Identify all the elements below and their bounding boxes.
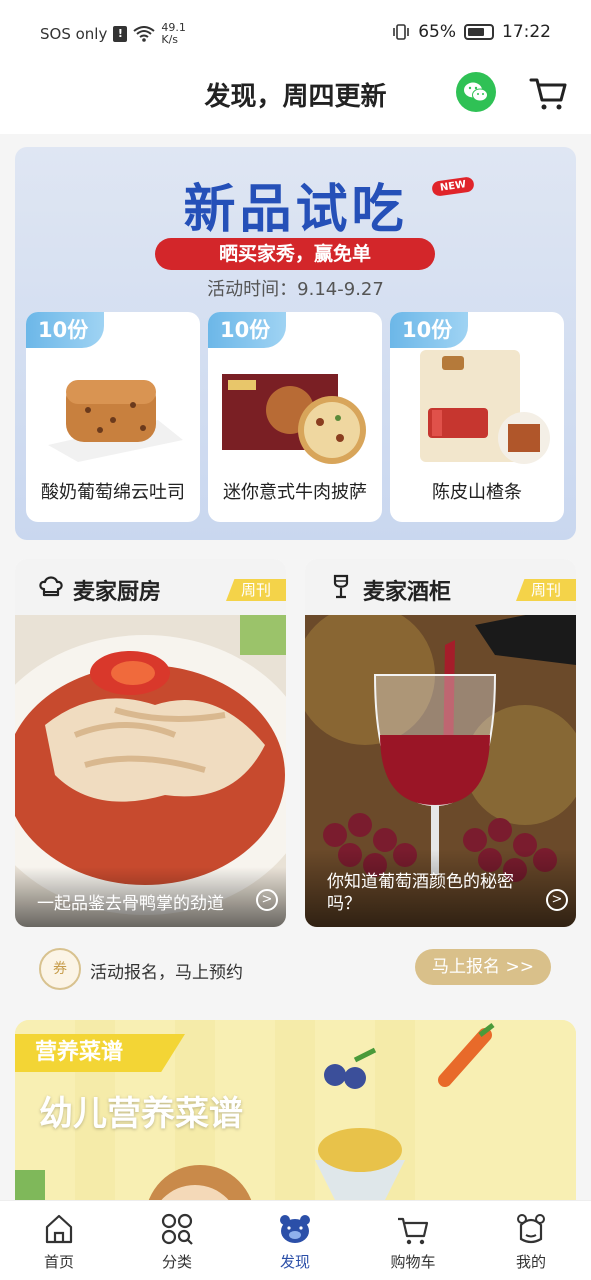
wechat-share-button[interactable]	[456, 72, 496, 112]
recipe-title: 幼儿营养菜谱	[39, 1094, 243, 1134]
activity-signup-row: 券 活动报名，马上预约 马上报名 >>	[0, 940, 591, 1004]
chef-hat-icon	[39, 576, 63, 597]
card-caption-text: 一起品鉴去骨鸭掌的劲道	[37, 894, 224, 914]
card-caption-text: 你知道葡萄酒颜色的秘密吗？	[327, 872, 514, 914]
pizza-image	[222, 374, 366, 464]
weekly-badge: 周刊	[516, 579, 576, 601]
nav-profile[interactable]: 我的	[472, 1211, 590, 1280]
wine-glass-icon	[333, 574, 349, 599]
new-product-trial-banner[interactable]: 新品试吃 NEW 晒买家秀，赢免单 活动时间：9.14-9.27 10份 酸奶葡…	[15, 147, 576, 540]
status-right: 65% 17:22	[392, 22, 551, 42]
category-icon	[161, 1213, 193, 1245]
hawthorn-strip-image	[420, 350, 550, 464]
toast-bread-image	[48, 380, 183, 462]
chevron-right-icon[interactable]: >	[546, 889, 568, 911]
nav-category[interactable]: 分类	[118, 1211, 236, 1280]
banner-title: 新品试吃	[183, 180, 408, 240]
battery-icon	[464, 24, 494, 40]
battery-percent: 65%	[418, 22, 456, 42]
card-header: 麦家厨房 周刊	[15, 559, 286, 615]
card-caption: 你知道葡萄酒颜色的秘密吗？ >	[305, 849, 576, 927]
product-name: 陈皮山楂条	[432, 482, 522, 503]
wifi-icon	[133, 26, 155, 42]
nav-label: 发现	[279, 1253, 310, 1271]
nav-discover[interactable]: 发现	[236, 1211, 354, 1280]
weekly-badge: 周刊	[226, 579, 286, 601]
banner-period: 活动时间：9.14-9.27	[207, 279, 384, 300]
product-quantity-badge: 10份	[208, 312, 286, 348]
product-card-toast[interactable]: 10份 酸奶葡萄绵云吐司	[26, 312, 200, 522]
page-title: 发现，周四更新	[204, 82, 387, 112]
card-title: 麦家酒柜	[363, 580, 452, 605]
coupon-icon: 券	[39, 948, 81, 990]
discover-bear-icon	[280, 1215, 310, 1243]
sos-alert-icon: !	[113, 26, 128, 42]
cart-icon	[398, 1217, 429, 1245]
bottom-nav: 首页 分类 发现 购物车 我的	[0, 1200, 591, 1280]
red-wine-image: 你知道葡萄酒颜色的秘密吗？ >	[305, 615, 576, 927]
status-bar: SOS only ! 49.1 K/s 65% 17:22	[0, 0, 591, 64]
clock: 17:22	[502, 22, 551, 42]
product-name: 酸奶葡萄绵云吐司	[41, 482, 185, 503]
duck-feet-dish-image: 一起品鉴去骨鸭掌的劲道 >	[15, 615, 286, 927]
product-quantity-badge: 10份	[390, 312, 468, 348]
recipe-tag: 营养菜谱	[15, 1034, 185, 1072]
nutrition-recipe-banner[interactable]: 营养菜谱 幼儿营养菜谱	[15, 1020, 576, 1220]
signup-now-button[interactable]: 马上报名 >>	[415, 949, 551, 985]
nav-label: 首页	[43, 1253, 74, 1271]
wine-cabinet-card[interactable]: 麦家酒柜 周刊 你知道葡萄酒颜色的秘密吗？ >	[305, 559, 576, 927]
cart-icon	[529, 78, 567, 110]
product-card-pizza[interactable]: 10份 迷你意式牛肉披萨	[208, 312, 382, 522]
card-caption: 一起品鉴去骨鸭掌的劲道 >	[15, 867, 286, 927]
card-title: 麦家厨房	[73, 580, 162, 605]
nav-label: 购物车	[390, 1253, 436, 1271]
nav-cart[interactable]: 购物车	[354, 1211, 472, 1280]
net-speed-unit: K/s	[161, 33, 179, 46]
product-card-hawthorn[interactable]: 10份 陈皮山楂条	[390, 312, 564, 522]
kitchen-card[interactable]: 麦家厨房 周刊 一起品鉴去骨鸭掌的劲道 >	[15, 559, 286, 927]
status-left: SOS only ! 49.1 K/s	[40, 22, 186, 46]
banner-slogan: 晒买家秀，赢免单	[155, 238, 435, 270]
profile-icon	[517, 1214, 545, 1244]
card-header: 麦家酒柜 周刊	[305, 559, 576, 615]
nav-label: 我的	[515, 1253, 546, 1271]
cart-button[interactable]	[528, 72, 568, 112]
nav-home[interactable]: 首页	[0, 1211, 118, 1280]
net-speed: 49.1 K/s	[161, 22, 186, 46]
chevron-right-icon[interactable]: >	[256, 889, 278, 911]
wechat-icon	[464, 82, 488, 102]
nav-label: 分类	[161, 1253, 192, 1271]
vibrate-icon	[393, 24, 410, 40]
product-quantity-badge: 10份	[26, 312, 104, 348]
page-header: 发现，周四更新	[0, 64, 591, 134]
product-name: 迷你意式牛肉披萨	[223, 482, 367, 503]
carrier-text: SOS only	[40, 25, 108, 43]
activity-text: 活动报名，马上预约	[90, 963, 243, 983]
home-icon	[45, 1214, 73, 1244]
